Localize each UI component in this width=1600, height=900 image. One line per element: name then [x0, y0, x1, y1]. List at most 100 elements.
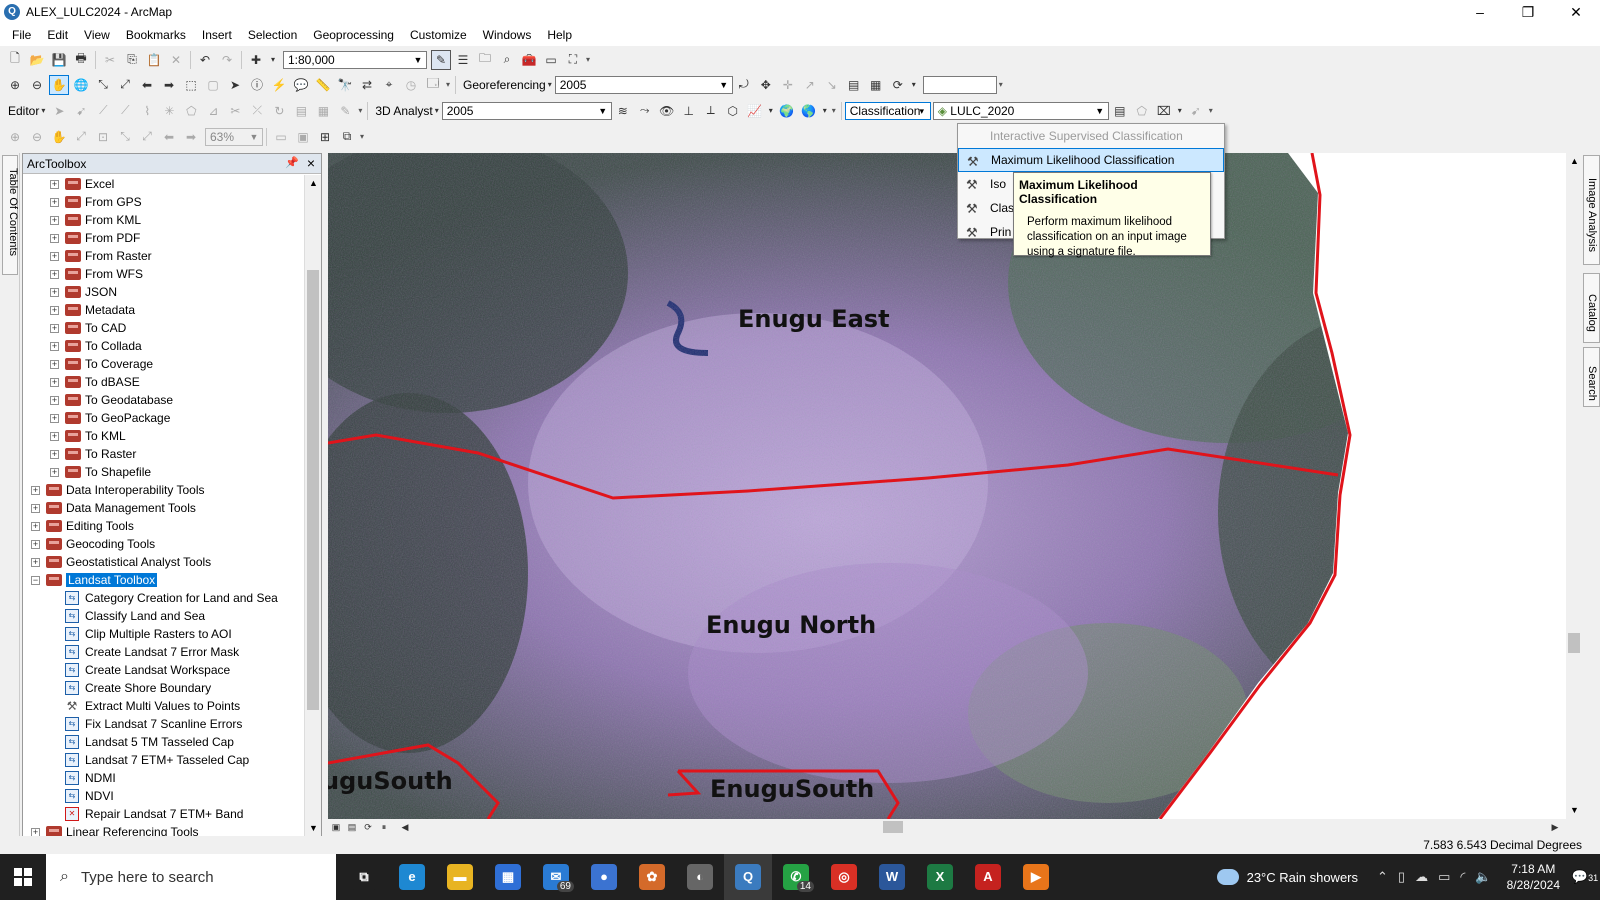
chevron-down-icon[interactable]: ▾ — [433, 101, 441, 121]
split-icon[interactable]: ⤫ — [247, 101, 267, 121]
menu-edit[interactable]: Edit — [39, 28, 76, 42]
expand-icon[interactable]: + — [50, 179, 59, 189]
taskbar-search-box[interactable]: ⌕ Type here to search — [46, 854, 336, 900]
focus-data-frame-icon[interactable]: ▣ — [293, 127, 313, 147]
cloud-sync-icon[interactable]: ☁ — [1415, 869, 1428, 885]
data-view-icon[interactable]: ▣ — [329, 820, 343, 834]
taskbar-app-media-player[interactable]: ▶ — [1012, 854, 1060, 900]
arctoolbox-icon[interactable]: 🧰 — [519, 50, 539, 70]
toolbox-tree-item[interactable]: + Geocoding Tools — [23, 535, 305, 553]
toggle-draft-mode-icon[interactable]: ▭ — [271, 127, 291, 147]
print-icon[interactable]: 🖶 — [71, 50, 91, 70]
toolbox-tree-item[interactable]: ⇆ Fix Landsat 7 Scanline Errors — [23, 715, 305, 733]
toolbox-tree-item[interactable]: ⇆ Category Creation for Land and Sea — [23, 589, 305, 607]
weather-widget[interactable]: 23°C Rain showers — [1216, 869, 1358, 885]
taskbar-app-whatsapp[interactable]: ✆ 14 — [772, 854, 820, 900]
pause-drawing-icon[interactable]: ⏸ — [377, 820, 391, 834]
layout-zoom-in-icon[interactable]: ⊕ — [5, 127, 25, 147]
toolbox-tree-item[interactable]: + To Geodatabase — [23, 391, 305, 409]
georeferencing-layer-combo[interactable]: 2005 ▼ — [554, 75, 733, 94]
interpolate-point-icon[interactable]: ⊥ — [679, 101, 699, 121]
expand-icon[interactable]: + — [50, 215, 59, 225]
toolbar-options-icon[interactable]: ▾ — [832, 106, 838, 116]
taskbar-app-mail[interactable]: ✉ 69 — [532, 854, 580, 900]
toolbox-tree-item[interactable]: ⇆ NDMI — [23, 769, 305, 787]
toolbox-tree-item[interactable]: + Geostatistical Analyst Tools — [23, 553, 305, 571]
shift-icon[interactable]: ✥ — [756, 75, 776, 95]
toolbox-tree-item[interactable]: ⇆ Landsat 7 ETM+ Tasseled Cap — [23, 751, 305, 769]
add-control-points-icon[interactable]: ✛ — [778, 75, 798, 95]
trace-icon[interactable]: ⌇ — [137, 101, 157, 121]
table-of-contents-tab[interactable]: Table Of Contents — [2, 155, 19, 275]
toolbar-options-icon[interactable]: ▾ — [360, 132, 366, 142]
interpolate-polygon-icon[interactable]: ⬡ — [723, 101, 743, 121]
chevron-down-icon[interactable]: ▾ — [1176, 101, 1184, 121]
cut-polygons-icon[interactable]: ✂ — [225, 101, 245, 121]
start-button[interactable] — [0, 854, 46, 900]
edit-vertices-icon[interactable]: ⬠ — [181, 101, 201, 121]
layout-zoom-combo[interactable]: 63% ▼ — [205, 127, 263, 146]
chevron-down-icon[interactable]: ▾ — [39, 101, 47, 121]
toolbox-tree-item[interactable]: + Data Management Tools — [23, 499, 305, 517]
toolbox-tree-item[interactable]: + To Shapefile — [23, 463, 305, 481]
expand-icon[interactable]: + — [50, 449, 59, 459]
editor-toolbar-toggle-icon[interactable]: ✎ — [431, 49, 451, 70]
layout-zoom-out-icon[interactable]: ⊖ — [27, 127, 47, 147]
volume-icon[interactable]: 🔈 — [1475, 869, 1491, 885]
refresh-view-icon[interactable]: ⟳ — [361, 820, 375, 834]
chevron-down-icon[interactable]: ▾ — [767, 101, 775, 121]
full-extent-icon[interactable]: 🌐 — [71, 75, 91, 95]
add-data-icon[interactable]: ✚ — [246, 50, 266, 70]
catalog-window-icon[interactable]: 🗀 — [475, 50, 495, 70]
taskbar-app-arcmap[interactable]: Q — [724, 854, 772, 900]
toolbox-tree-item[interactable]: + Excel — [23, 175, 305, 193]
device-icon[interactable]: ▯ — [1398, 869, 1405, 885]
expand-icon[interactable]: + — [50, 323, 59, 333]
scroll-up-icon[interactable]: ▲ — [305, 175, 322, 192]
identify-icon[interactable]: ⓘ — [247, 75, 267, 95]
taskbar-app-arcgis-pro[interactable]: ◐ — [676, 854, 724, 900]
expand-icon[interactable]: + — [50, 287, 59, 297]
edit-tool-icon[interactable]: ➤ — [49, 101, 69, 121]
toolbox-tree-item[interactable]: + To dBASE — [23, 373, 305, 391]
chevron-down-icon[interactable]: ▾ — [910, 75, 918, 95]
menu-help[interactable]: Help — [539, 28, 580, 42]
toolbox-tree-item[interactable]: + From PDF — [23, 229, 305, 247]
toolbox-tree-item[interactable]: + To Collada — [23, 337, 305, 355]
toolbox-tree-item[interactable]: + Metadata — [23, 301, 305, 319]
menu-insert[interactable]: Insert — [194, 28, 240, 42]
zoom-out-icon[interactable]: ⊖ — [27, 75, 47, 95]
viewer-window-icon[interactable]: 🗔 — [423, 75, 443, 95]
scroll-down-icon[interactable]: ▼ — [305, 820, 322, 837]
3d-analyst-menu[interactable]: 3D Analyst — [371, 104, 436, 118]
image-analysis-tab[interactable]: Image Analysis — [1583, 155, 1600, 265]
scroll-up-icon[interactable]: ▲ — [1566, 153, 1583, 170]
minimize-button[interactable]: – — [1456, 0, 1504, 24]
taskbar-app-chrome[interactable]: ◎ — [820, 854, 868, 900]
layout-pan-icon[interactable]: ✋ — [49, 127, 69, 147]
taskbar-app-photos[interactable]: ✿ — [628, 854, 676, 900]
toolbar-options-icon[interactable]: ▾ — [999, 80, 1005, 90]
view-link-table-icon[interactable]: ▤ — [844, 75, 864, 95]
map-scale-combo[interactable]: 1:80,000 ▼ — [283, 50, 427, 69]
create-signature-icon[interactable]: ⌧ — [1154, 101, 1174, 121]
toolbox-tree-item[interactable]: ⚒ Extract Multi Values to Points — [23, 697, 305, 715]
toolbox-tree-item[interactable]: ⇆ Create Shore Boundary — [23, 679, 305, 697]
profile-graph-icon[interactable]: 📈 — [745, 101, 765, 121]
map-view[interactable]: Enugu East Enugu North EnuguSouth uguSou… — [328, 153, 1566, 819]
python-window-icon[interactable]: ▭ — [541, 50, 561, 70]
georeferencing-input-field[interactable] — [922, 75, 997, 94]
taskbar-app-acrobat[interactable]: A — [964, 854, 1012, 900]
scroll-down-icon[interactable]: ▼ — [1566, 802, 1583, 819]
toolbox-tree-item[interactable]: + From GPS — [23, 193, 305, 211]
undo-icon[interactable]: ↶ — [195, 50, 215, 70]
taskbar-app-excel[interactable]: X — [916, 854, 964, 900]
wifi-icon[interactable]: ◜ — [1460, 869, 1465, 885]
forward-arrow-icon[interactable]: ➡ — [159, 75, 179, 95]
link-table-icon[interactable]: ▦ — [866, 75, 886, 95]
toolbox-tree-item[interactable]: + To Coverage — [23, 355, 305, 373]
expand-icon[interactable]: + — [50, 377, 59, 387]
html-popup-icon[interactable]: 💬 — [291, 75, 311, 95]
toolbox-tree-item[interactable]: ⇆ Create Landsat Workspace — [23, 661, 305, 679]
battery-icon[interactable]: ▭ — [1438, 869, 1450, 885]
